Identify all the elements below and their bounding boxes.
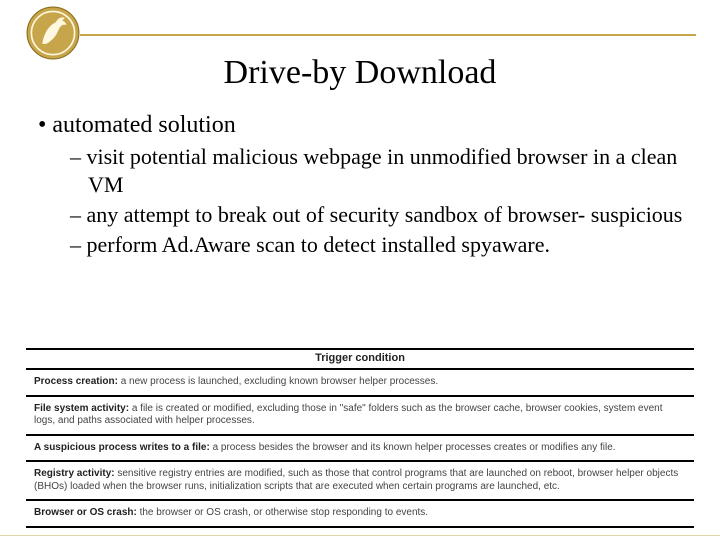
row-text: the browser or OS crash, or otherwise st…	[137, 507, 428, 518]
row-text: sensitive registry entries are modified,…	[34, 468, 678, 492]
content-area: automated solution visit potential malic…	[28, 110, 692, 259]
trigger-condition-table: Trigger condition Process creation: a ne…	[26, 348, 694, 528]
top-divider	[80, 34, 696, 36]
bullet-automated-solution: automated solution visit potential malic…	[38, 110, 692, 259]
trigger-row-crash: Browser or OS crash: the browser or OS c…	[26, 501, 694, 528]
ucf-pegasus-logo	[26, 6, 80, 60]
row-text: a process besides the browser and its kn…	[210, 442, 616, 453]
row-text: a new process is launched, excluding kno…	[118, 376, 438, 387]
row-label: A suspicious process writes to a file:	[34, 442, 210, 453]
trigger-row-process-creation: Process creation: a new process is launc…	[26, 370, 694, 397]
slide-title: Drive-by Download	[28, 54, 692, 92]
trigger-row-file-system: File system activity: a file is created …	[26, 397, 694, 436]
row-label: Browser or OS crash:	[34, 507, 137, 518]
subbullet-adaware: perform Ad.Aware scan to detect installe…	[70, 231, 692, 259]
subbullet-sandbox: any attempt to break out of security san…	[70, 201, 692, 229]
subbullet-visit: visit potential malicious webpage in unm…	[70, 143, 692, 199]
row-label: Registry activity:	[34, 468, 115, 479]
bottom-divider	[0, 535, 720, 536]
bullet-text: automated solution	[52, 112, 235, 138]
row-label: Process creation:	[34, 376, 118, 387]
trigger-row-registry: Registry activity: sensitive registry en…	[26, 462, 694, 501]
slide: Drive-by Download automated solution vis…	[0, 0, 720, 540]
trigger-header: Trigger condition	[26, 348, 694, 370]
row-label: File system activity:	[34, 403, 129, 414]
row-text: a file is created or modified, excluding…	[34, 403, 663, 427]
trigger-row-suspicious-process: A suspicious process writes to a file: a…	[26, 436, 694, 463]
